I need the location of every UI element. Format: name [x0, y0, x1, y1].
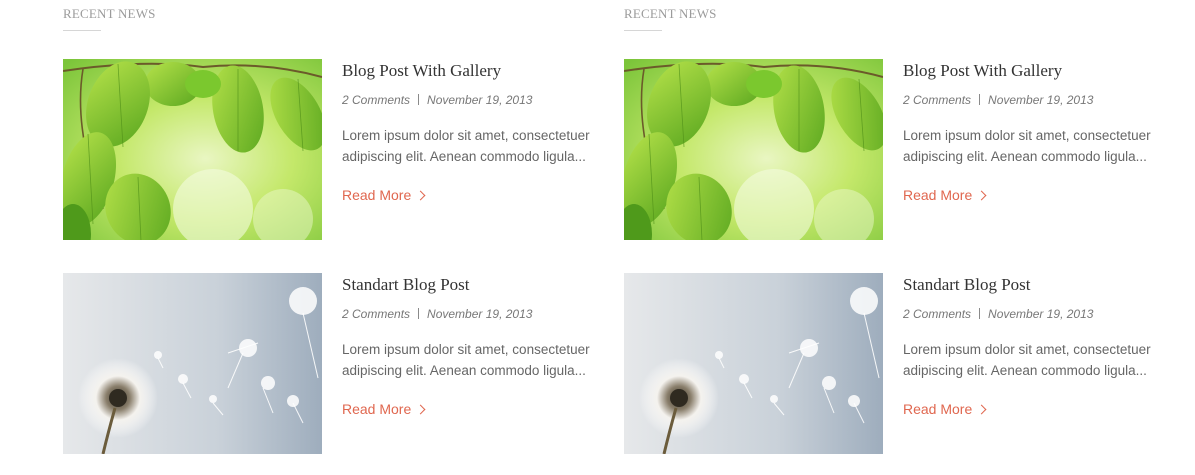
post-excerpt: Lorem ipsum dolor sit amet, consectetuer… — [342, 342, 590, 378]
read-more-label: Read More — [903, 401, 973, 417]
blog-post: Blog Post With Gallery 2 Comments Novembe… — [624, 59, 1169, 240]
chevron-right-icon — [976, 190, 987, 201]
post-date: November 19, 2013 — [427, 93, 533, 107]
read-more-link[interactable]: Read More — [342, 187, 426, 203]
meta-separator — [418, 308, 420, 319]
section-title: RECENT NEWS — [63, 6, 156, 21]
post-title[interactable]: Standart Blog Post — [342, 275, 470, 295]
section-divider — [624, 30, 662, 31]
meta-separator — [418, 94, 420, 105]
post-meta: 2 Comments November 19, 2013 — [342, 307, 532, 321]
read-more-label: Read More — [342, 187, 412, 203]
blog-post: Blog Post With Gallery 2 Comments Novembe… — [63, 59, 608, 240]
section-divider — [63, 30, 101, 31]
blog-post: Standart Blog Post 2 Comments November 19… — [624, 273, 1169, 454]
chevron-right-icon — [976, 404, 987, 415]
post-comments-link[interactable]: 2 Comments — [342, 93, 410, 107]
post-meta: 2 Comments November 19, 2013 — [342, 93, 532, 107]
post-date: November 19, 2013 — [427, 307, 533, 321]
chevron-right-icon — [415, 404, 426, 415]
blog-post: Standart Blog Post 2 Comments November 19… — [63, 273, 608, 454]
post-thumbnail-dandelion[interactable] — [63, 273, 322, 454]
post-date: November 19, 2013 — [988, 307, 1094, 321]
post-thumbnail-leaves[interactable] — [63, 59, 322, 240]
post-title[interactable]: Standart Blog Post — [903, 275, 1031, 295]
post-thumbnail-leaves[interactable] — [624, 59, 883, 240]
post-excerpt: Lorem ipsum dolor sit amet, consectetuer… — [903, 128, 1151, 164]
read-more-link[interactable]: Read More — [903, 187, 987, 203]
post-thumbnail-dandelion[interactable] — [624, 273, 883, 454]
section-title: RECENT NEWS — [624, 6, 717, 21]
read-more-link[interactable]: Read More — [903, 401, 987, 417]
post-excerpt: Lorem ipsum dolor sit amet, consectetuer… — [903, 342, 1151, 378]
post-meta: 2 Comments November 19, 2013 — [903, 93, 1093, 107]
meta-separator — [979, 94, 981, 105]
post-title[interactable]: Blog Post With Gallery — [342, 61, 501, 81]
post-title[interactable]: Blog Post With Gallery — [903, 61, 1062, 81]
post-meta: 2 Comments November 19, 2013 — [903, 307, 1093, 321]
post-excerpt: Lorem ipsum dolor sit amet, consectetuer… — [342, 128, 590, 164]
post-comments-link[interactable]: 2 Comments — [903, 307, 971, 321]
post-comments-link[interactable]: 2 Comments — [342, 307, 410, 321]
read-more-label: Read More — [342, 401, 412, 417]
chevron-right-icon — [415, 190, 426, 201]
read-more-link[interactable]: Read More — [342, 401, 426, 417]
post-date: November 19, 2013 — [988, 93, 1094, 107]
meta-separator — [979, 308, 981, 319]
post-comments-link[interactable]: 2 Comments — [903, 93, 971, 107]
read-more-label: Read More — [903, 187, 973, 203]
